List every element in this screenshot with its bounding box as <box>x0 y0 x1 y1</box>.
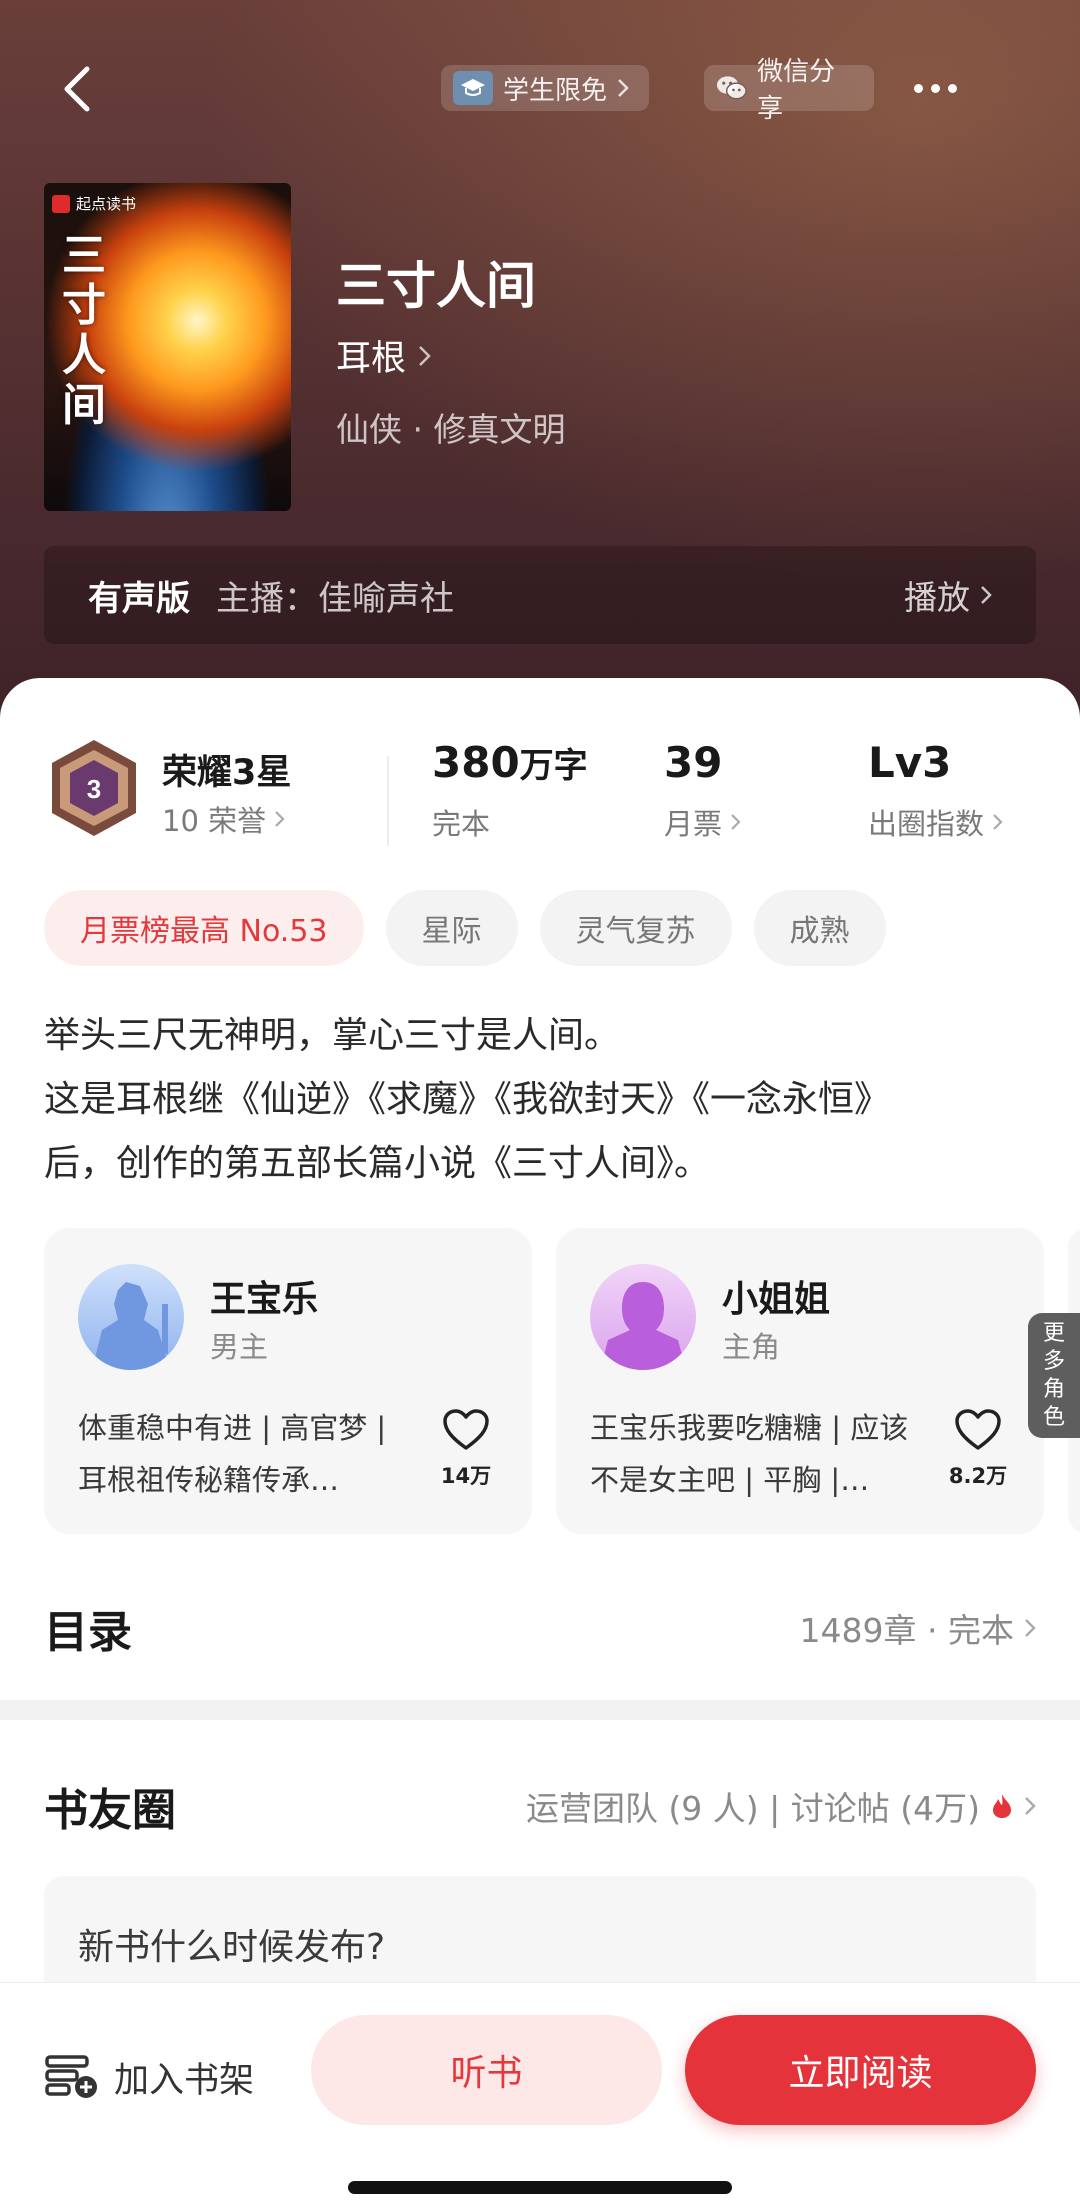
like-count: 8.2万 <box>948 1464 1008 1488</box>
wechat-share-label: 微信分享 <box>757 57 836 124</box>
audio-play-label: 播放 <box>904 578 970 617</box>
book-title: 三寸人间 <box>336 257 536 315</box>
tag-ranking[interactable]: 月票榜最高 No.53 <box>44 890 364 966</box>
wechat-share-button[interactable]: 微信分享 <box>704 57 874 124</box>
chevron-right-icon <box>731 814 741 830</box>
fire-icon <box>993 1794 1011 1818</box>
home-indicator <box>348 2181 732 2194</box>
author-name: 耳根 <box>336 339 407 379</box>
stats-row: 3 荣耀3星 10 荣誉 380万字 完本 39 月票 Lv3 出圈指数 <box>0 738 1080 858</box>
audio-play-button[interactable]: 播放 <box>904 571 992 619</box>
more-dot-icon <box>947 83 957 93</box>
monthly-ticket-stat[interactable]: 39 月票 <box>664 738 741 843</box>
character-card[interactable]: 王宝乐 男主 体重稳中有进 | 高官梦 | 耳根祖传秘籍传承… 14万 <box>44 1228 532 1534</box>
book-detail-card: 3 荣耀3星 10 荣誉 380万字 完本 39 月票 Lv3 出圈指数 月票榜… <box>0 678 1080 2209</box>
chevron-right-icon <box>981 586 992 604</box>
character-description: 王宝乐我要吃糖糖 | 应该不是女主吧 | 平胸 |… <box>590 1411 909 1497</box>
read-now-button[interactable]: 立即阅读 <box>685 2015 1036 2125</box>
more-dot-icon <box>913 83 923 93</box>
bottom-action-bar: 加入书架 听书 立即阅读 <box>0 1982 1080 2209</box>
chevron-right-icon <box>275 811 285 827</box>
character-name: 小姐姐 <box>722 1279 831 1320</box>
like-button[interactable]: 14万 <box>434 1408 498 1490</box>
description-line: 后，创作的第五部长篇小说《三寸人间》。 <box>44 1143 711 1184</box>
add-shelf-icon <box>45 2055 97 2098</box>
author-link[interactable]: 耳根 <box>336 330 431 381</box>
honor-count: 10 荣誉 <box>162 804 267 838</box>
honor-link[interactable]: 10 荣誉 <box>162 798 285 840</box>
stats-divider <box>387 756 389 846</box>
book-circle-title: 书友圈 <box>44 1785 176 1836</box>
circle-index-label: 出圈指数 <box>868 807 985 841</box>
character-avatar <box>78 1264 184 1370</box>
section-divider <box>0 1700 1080 1720</box>
honor-level-text: 3 <box>87 774 101 804</box>
tag-list: 月票榜最高 No.53 星际 灵气复苏 成熟 <box>44 890 886 968</box>
audio-host: 主播：佳喻声社 <box>216 578 454 619</box>
wechat-icon <box>716 76 747 100</box>
character-list: 王宝乐 男主 体重稳中有进 | 高官梦 | 耳根祖传秘籍传承… 14万 小姐姐 … <box>44 1228 1080 1534</box>
more-characters-button[interactable]: 更多角色 <box>1028 1313 1080 1438</box>
audio-version-label: 有声版 <box>88 578 190 619</box>
description-line: 举头三尺无神明，掌心三寸是人间。 <box>44 1015 621 1056</box>
chevron-right-icon <box>1025 1797 1036 1815</box>
chevron-right-icon <box>993 814 1003 830</box>
student-free-button[interactable]: 学生限免 <box>441 65 649 111</box>
heart-icon <box>955 1409 1001 1450</box>
monthly-ticket-label: 月票 <box>664 807 723 841</box>
cover-title: 三寸人间 <box>62 230 106 431</box>
chevron-right-icon <box>1025 1619 1036 1637</box>
tag-item[interactable]: 星际 <box>385 890 518 966</box>
character-avatar <box>590 1264 696 1370</box>
word-count-value: 380 <box>432 738 520 787</box>
character-name: 王宝乐 <box>210 1279 319 1320</box>
more-dot-icon <box>930 83 940 93</box>
monthly-ticket-value: 39 <box>664 738 723 787</box>
cover-brand: 起点读书 <box>52 193 136 214</box>
character-card[interactable]: 小姐姐 主角 王宝乐我要吃糖糖 | 应该不是女主吧 | 平胸 |… 8.2万 <box>556 1228 1044 1534</box>
more-options-button[interactable] <box>900 68 970 108</box>
book-genre: 仙侠 · 修真文明 <box>336 410 566 449</box>
book-circle-info: 运营团队 (9 人) | 讨论帖 (4万) <box>525 1789 980 1828</box>
top-navigation-bar: 学生限免 微信分享 <box>0 57 1080 124</box>
toc-title: 目录 <box>44 1607 132 1658</box>
brand-logo-icon <box>52 194 70 213</box>
chevron-right-icon <box>419 345 431 366</box>
honor-badge-icon: 3 <box>52 740 136 836</box>
chevron-left-icon <box>64 66 90 112</box>
graduation-cap-icon <box>453 71 493 105</box>
like-button[interactable]: 8.2万 <box>946 1408 1010 1490</box>
book-circle-row[interactable]: 书友圈 运营团队 (9 人) | 讨论帖 (4万) <box>44 1771 1036 1841</box>
tag-item[interactable]: 成熟 <box>753 890 886 966</box>
honor-title: 荣耀3星 <box>162 753 292 793</box>
circle-index-value: Lv3 <box>868 738 952 787</box>
word-count-stat: 380万字 完本 <box>432 738 588 843</box>
circle-index-stat[interactable]: Lv3 出圈指数 <box>868 738 1003 843</box>
book-cover[interactable]: 起点读书 三寸人间 <box>44 183 291 511</box>
character-description: 体重稳中有进 | 高官梦 | 耳根祖传秘籍传承… <box>78 1411 387 1497</box>
book-description[interactable]: 举头三尺无神明，掌心三寸是人间。 这是耳根继《仙逆》《求魔》《我欲封天》《一念永… <box>44 1004 1044 1196</box>
table-of-contents-row[interactable]: 目录 1489章 · 完本 <box>44 1593 1036 1663</box>
description-line: 这是耳根继《仙逆》《求魔》《我欲封天》《一念永恒》 <box>44 1079 891 1120</box>
chevron-right-icon <box>618 79 629 97</box>
add-to-shelf-label: 加入书架 <box>114 2060 255 2101</box>
back-button[interactable] <box>52 62 102 116</box>
audio-version-bar[interactable]: 有声版 主播：佳喻声社 播放 <box>44 546 1036 644</box>
character-role: 主角 <box>722 1330 781 1364</box>
tag-item[interactable]: 灵气复苏 <box>539 890 732 966</box>
toc-info: 1489章 · 完本 <box>799 1611 1014 1650</box>
listen-button[interactable]: 听书 <box>311 2015 662 2125</box>
word-count-unit: 万字 <box>519 746 588 786</box>
add-to-shelf-button[interactable]: 加入书架 <box>44 2041 254 2113</box>
student-free-label: 学生限免 <box>503 75 608 106</box>
like-count: 14万 <box>440 1464 492 1488</box>
heart-icon <box>443 1409 489 1450</box>
completion-status: 完本 <box>432 807 491 841</box>
character-role: 男主 <box>210 1330 269 1364</box>
cover-brand-text: 起点读书 <box>76 195 137 213</box>
more-characters-label: 更多角色 <box>1042 1320 1065 1430</box>
